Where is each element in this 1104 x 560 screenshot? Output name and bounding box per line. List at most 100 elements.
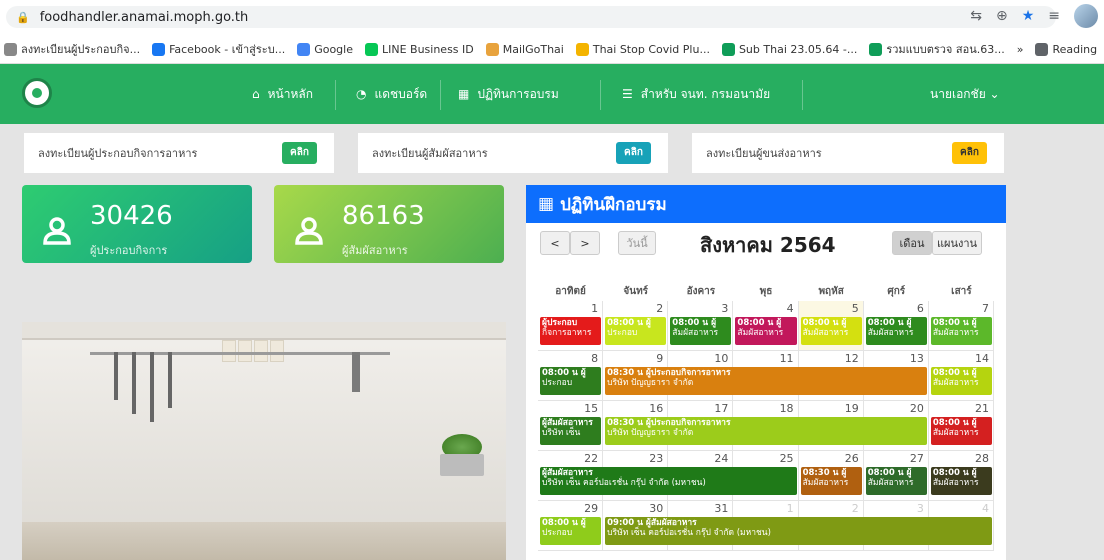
- nav-dashboard[interactable]: ◔ แดชบอร์ด: [356, 64, 427, 124]
- event-time-title: 09:00 น ผู้สัมผัสอาหาร: [607, 518, 697, 528]
- bookmark-item[interactable]: รวมแบบตรวจ สอน.63...: [869, 40, 1005, 58]
- calendar-event[interactable]: 08:30 น ผู้ประกอบกิจการอาหาร บริษัท ปัญญธ…: [605, 367, 927, 395]
- register-operator-box: ลงทะเบียนผู้ประกอบกิจการอาหาร คลิก: [24, 133, 334, 173]
- calendar-event[interactable]: 08:00 น ผู้ ประกอบ: [540, 367, 602, 395]
- nav-staff-menu[interactable]: ☰ สำหรับ จนท. กรมอนามัย: [622, 64, 770, 124]
- event-time-title: 08:30 น ผู้ประกอบกิจการอาหาร: [607, 418, 731, 428]
- list-view-button[interactable]: แผนงาน: [932, 231, 982, 255]
- day-number: 1: [591, 302, 599, 315]
- stat-card-operators: 30426 ผู้ประกอบกิจการ: [22, 185, 252, 263]
- calendar-event[interactable]: 08:00 น ผู้ สัมผัสอาหาร: [930, 367, 992, 395]
- event-description: สัมผัสอาหาร: [867, 328, 914, 338]
- event-time-title: 08:00 น ผู้: [867, 318, 912, 328]
- day-number: 28: [974, 452, 989, 465]
- calendar-event[interactable]: 08:00 น ผู้ สัมผัสอาหาร: [930, 467, 992, 495]
- next-month-button[interactable]: >: [570, 231, 600, 255]
- event-time-title: ผู้สัมผัสอาหาร: [542, 418, 593, 428]
- calendar-event[interactable]: ผู้สัมผัสอาหาร บริษัท เซ็น: [540, 417, 602, 445]
- google-icon: [297, 42, 311, 56]
- weekday-label: เสาร์: [951, 286, 972, 297]
- bookmark-item[interactable]: Thai Stop Covid Plu...: [575, 42, 710, 56]
- media-icon[interactable]: ≡: [1048, 8, 1060, 24]
- bookmark-label: Google: [314, 42, 353, 56]
- translate-icon[interactable]: ⇆: [970, 8, 982, 24]
- calendar-event[interactable]: 08:00 น ผู้ สัมผัสอาหาร: [865, 317, 927, 345]
- event-time-title: 08:00 น ผู้: [932, 418, 977, 428]
- event-time-title: 08:00 น ผู้: [932, 468, 977, 478]
- department-of-health-logo[interactable]: [22, 78, 52, 108]
- day-number: 23: [649, 452, 664, 465]
- calendar-event[interactable]: 08:00 น ผู้ ประกอบ: [605, 317, 667, 345]
- calendar-event[interactable]: 08:00 น ผู้ สัมผัสอาหาร: [670, 317, 732, 345]
- event-description: ประกอบ: [607, 328, 638, 338]
- calendar-event[interactable]: 08:00 น ผู้ สัมผัสอาหาร: [930, 417, 992, 445]
- calendar-event[interactable]: 08:00 น ผู้ สัมผัสอาหาร: [800, 317, 862, 345]
- calendar-event[interactable]: ผู้ประกอบ กิจการอาหาร: [540, 317, 602, 345]
- month-view-button[interactable]: เดือน: [892, 231, 932, 255]
- day-number: 15: [584, 402, 599, 415]
- bookmark-item[interactable]: Reading: [1035, 42, 1097, 56]
- calendar-toolbar: < > วันนี้ สิงหาคม 2564 เดือน แผนงาน: [526, 223, 1006, 267]
- bookmark-item[interactable]: Facebook - เข้าสู่ระบ...: [152, 40, 285, 58]
- day-number: 2: [851, 502, 859, 515]
- register-transporter-button[interactable]: คลิก: [952, 142, 987, 164]
- calendar-event[interactable]: 09:00 น ผู้สัมผัสอาหาร บริษัท เซ็น คอร์ปอ…: [605, 517, 992, 545]
- day-number: 18: [779, 402, 794, 415]
- event-description: สัมผัสอาหาร: [802, 478, 849, 488]
- day-number: 4: [786, 302, 794, 315]
- register-operator-button[interactable]: คลิก: [282, 142, 317, 164]
- prev-month-button[interactable]: <: [540, 231, 570, 255]
- user-icon: [43, 217, 71, 245]
- day-number: 17: [714, 402, 729, 415]
- day-number: 22: [584, 452, 599, 465]
- event-time-title: 08:00 น ผู้: [932, 318, 977, 328]
- nav-training-calendar[interactable]: ▦ ปฏิทินการอบรม: [458, 64, 559, 124]
- bookmark-label: รวมแบบตรวจ สอน.63...: [886, 43, 1005, 56]
- event-description: ประกอบ: [542, 378, 573, 388]
- today-button[interactable]: วันนี้: [618, 231, 656, 255]
- nav-calendar-label: ปฏิทินการอบรม: [477, 86, 559, 101]
- bookmark-item[interactable]: MailGoThai: [485, 42, 564, 56]
- day-number: 12: [844, 352, 859, 365]
- event-time-title: 08:00 น ผู้: [542, 518, 586, 528]
- event-time-title: 08:30 น ผู้ประกอบกิจการอาหาร: [607, 368, 731, 378]
- bookmark-item[interactable]: Sub Thai 23.05.64 -...: [721, 42, 857, 56]
- weekday-label: อังคาร: [686, 286, 716, 297]
- day-number: 4: [981, 502, 989, 515]
- bookmark-item[interactable]: ลงทะเบียนผู้ประกอบกิจ...: [4, 40, 140, 58]
- bookmark-item[interactable]: LINE Business ID: [364, 42, 474, 56]
- calendar-event[interactable]: ผู้สัมผัสอาหาร บริษัท เซ็น คอร์ปอเรชั่น ก…: [540, 467, 797, 495]
- weekday-label: อาทิตย์: [555, 286, 586, 297]
- bookmark-label: »: [1016, 42, 1024, 56]
- bookmark-item[interactable]: Google: [297, 42, 353, 56]
- nav-staff-label: สำหรับ จนท. กรมอนามัย: [640, 86, 771, 101]
- day-number: 6: [916, 302, 924, 315]
- nav-home[interactable]: ⌂ หน้าหลัก: [252, 64, 313, 124]
- bookmark-item[interactable]: »: [1017, 43, 1024, 56]
- day-number: 25: [779, 452, 794, 465]
- calendar-event[interactable]: 08:30 น ผู้ สัมผัสอาหาร: [800, 467, 862, 495]
- event-time-title: 08:00 น ผู้: [867, 468, 912, 478]
- url-text[interactable]: foodhandler.anamai.moph.go.th: [40, 10, 249, 25]
- event-description: สัมผัสอาหาร: [672, 328, 719, 338]
- calendar-event[interactable]: 08:00 น ผู้ สัมผัสอาหาร: [930, 317, 992, 345]
- training-calendar: ▦ ปฏิทินฝึกอบรม < > วันนี้ สิงหาคม 2564 …: [526, 185, 1006, 560]
- nav-dashboard-label: แดชบอร์ด: [374, 86, 428, 101]
- user-menu[interactable]: นายเอกชัย ⌄: [930, 64, 1000, 124]
- mailgothai-icon: [485, 42, 499, 56]
- register-handler-button[interactable]: คลิก: [616, 142, 651, 164]
- bookmark-label: ลงทะเบียนผู้ประกอบกิจ...: [21, 43, 141, 56]
- bookmark-label: Facebook - เข้าสู่ระบ...: [169, 43, 286, 56]
- bookmark-star-icon[interactable]: ★: [1022, 8, 1035, 24]
- address-bar[interactable]: 🔒 foodhandler.anamai.moph.go.th: [6, 6, 1056, 28]
- operators-count: 30426: [90, 201, 173, 231]
- zoom-icon[interactable]: ⊕: [996, 8, 1008, 24]
- weekday-label: พฤหัส: [818, 286, 844, 297]
- calendar-event[interactable]: 08:00 น ผู้ สัมผัสอาหาร: [865, 467, 927, 495]
- handlers-count: 86163: [342, 201, 425, 231]
- calendar-event[interactable]: 08:00 น ผู้ สัมผัสอาหาร: [735, 317, 797, 345]
- thai-stop-covid-icon: [575, 42, 589, 56]
- calendar-event[interactable]: 08:00 น ผู้ ประกอบ: [540, 517, 602, 545]
- calendar-event[interactable]: 08:30 น ผู้ประกอบกิจการอาหาร บริษัท ปัญญธ…: [605, 417, 927, 445]
- profile-avatar[interactable]: [1074, 4, 1098, 28]
